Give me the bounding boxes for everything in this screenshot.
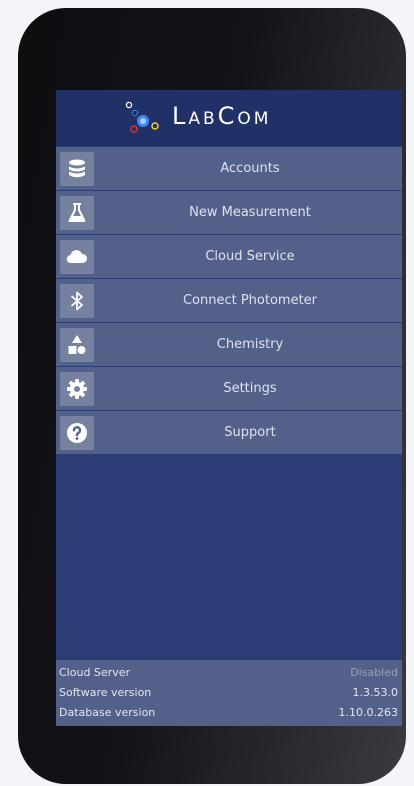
menu-item-label: Cloud Service: [205, 249, 295, 264]
cloud-server-label: Cloud Server: [59, 665, 130, 679]
bluetooth-icon: [60, 283, 94, 318]
menu-item-chemistry[interactable]: Chemistry: [56, 323, 402, 366]
cloud-server-value: Disabled: [350, 665, 398, 679]
cloud-icon: [60, 239, 94, 274]
info-panel: Cloud Server Disabled Software version 1…: [56, 660, 402, 726]
menu-item-connect-photometer[interactable]: Connect Photometer: [56, 279, 402, 322]
app-logo-text: LabCom: [172, 102, 272, 130]
menu-item-new-measurement[interactable]: New Measurement: [56, 191, 402, 234]
software-version-value: 1.3.53.0: [352, 685, 398, 699]
menu-item-cloud-service[interactable]: Cloud Service: [56, 235, 402, 278]
menu-item-label: Accounts: [220, 161, 280, 176]
menu-item-support[interactable]: Support: [56, 411, 402, 454]
question-icon: [60, 415, 94, 450]
gear-icon: [60, 371, 94, 406]
menu-item-label: Chemistry: [216, 337, 284, 352]
cloud-server-row: Cloud Server Disabled: [56, 662, 402, 682]
main-menu: Accounts New Measurement Cloud Service C…: [56, 147, 402, 455]
logo-dots-icon: [125, 101, 159, 133]
menu-item-label: New Measurement: [189, 205, 311, 220]
app-screen: LabCom Accounts New Measurement Cloud Se…: [56, 90, 402, 726]
flask-icon: [60, 195, 94, 230]
software-version-row: Software version 1.3.53.0: [56, 682, 402, 702]
database-version-value: 1.10.0.263: [338, 705, 398, 719]
database-icon: [60, 151, 94, 186]
menu-item-settings[interactable]: Settings: [56, 367, 402, 410]
phone-frame: LabCom Accounts New Measurement Cloud Se…: [18, 8, 406, 784]
software-version-label: Software version: [59, 685, 152, 699]
menu-item-label: Settings: [223, 381, 277, 396]
database-version-row: Database version 1.10.0.263: [56, 702, 402, 722]
database-version-label: Database version: [59, 705, 156, 719]
menu-item-accounts[interactable]: Accounts: [56, 147, 402, 190]
app-header: LabCom: [56, 90, 402, 146]
menu-item-label: Connect Photometer: [182, 293, 318, 308]
menu-item-label: Support: [224, 425, 276, 440]
shapes-icon: [60, 327, 94, 362]
